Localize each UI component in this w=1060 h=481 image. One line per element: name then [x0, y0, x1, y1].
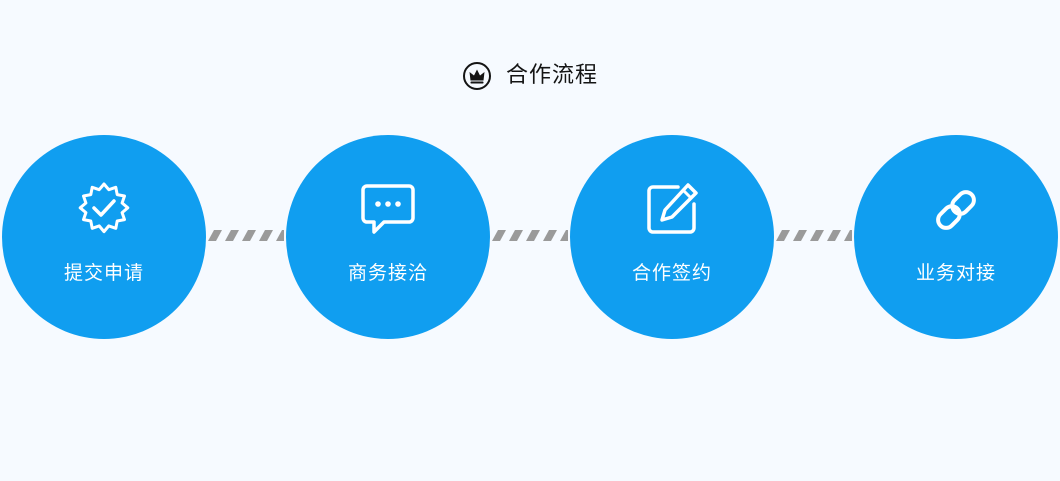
link-icon	[936, 190, 976, 230]
step-business-negotiation[interactable]: 商务接洽	[286, 135, 490, 339]
step-connector	[208, 230, 284, 241]
chat-bubble-icon	[361, 184, 415, 234]
step-submit-application[interactable]: 提交申请	[2, 135, 206, 339]
step-label: 合作签约	[631, 262, 712, 284]
step-connector	[776, 230, 852, 241]
step-label: 提交申请	[63, 262, 144, 284]
step-business-integration[interactable]: 业务对接	[854, 135, 1058, 339]
step-label: 业务对接	[915, 262, 996, 284]
section-header: 合作流程	[0, 58, 1060, 94]
step-cooperation-signing[interactable]: 合作签约	[570, 135, 774, 339]
section-title: 合作流程	[505, 63, 598, 88]
crown-icon	[462, 62, 491, 90]
step-connector	[492, 230, 568, 241]
step-label: 商务接洽	[347, 262, 428, 284]
edit-pen-icon	[647, 183, 698, 234]
verified-badge-icon	[78, 182, 130, 234]
